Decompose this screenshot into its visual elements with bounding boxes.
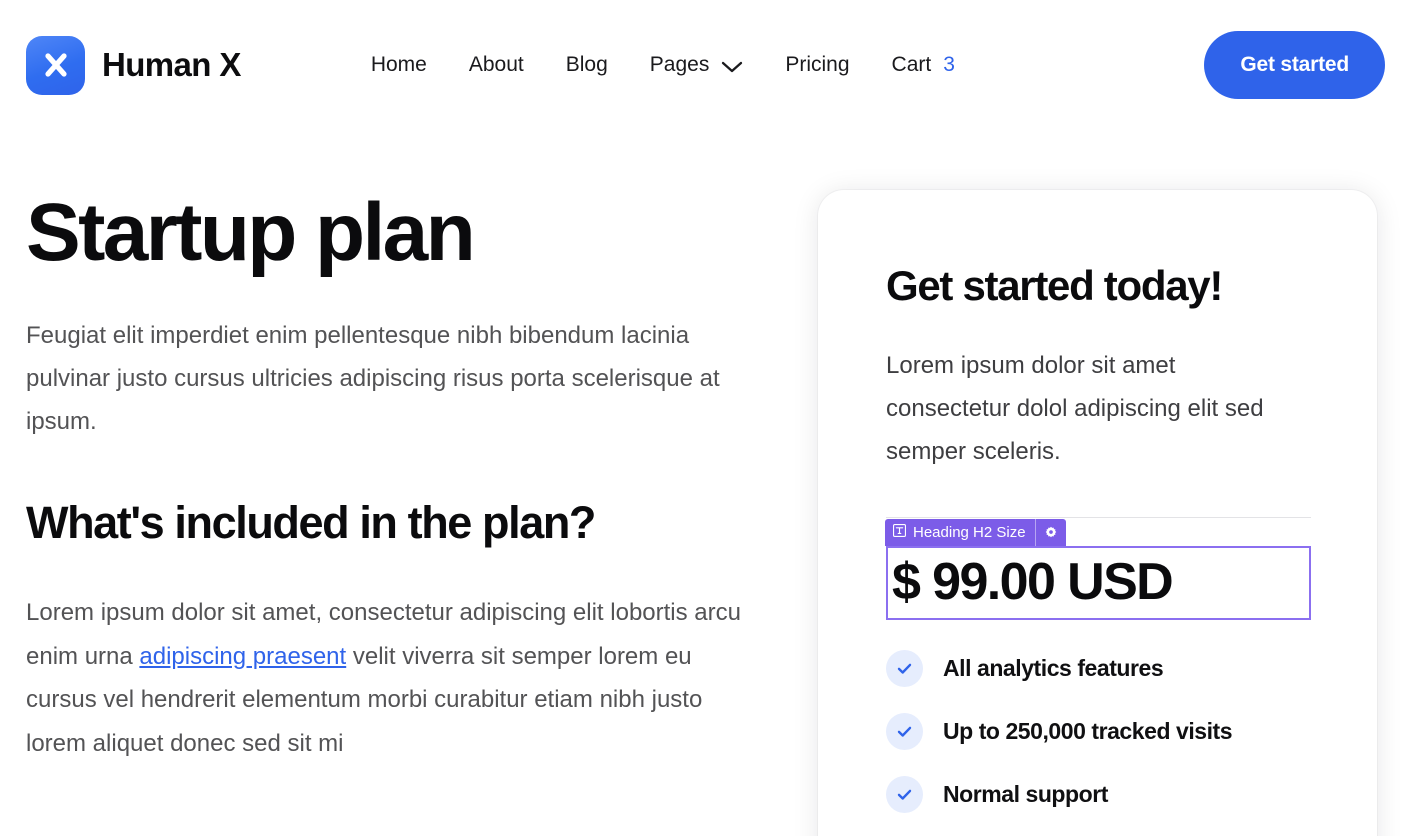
nav-item-about[interactable]: About <box>469 47 524 83</box>
get-started-button[interactable]: Get started <box>1204 31 1385 99</box>
nav-item-pricing-label: Pricing <box>785 53 850 76</box>
nav-item-home[interactable]: Home <box>371 47 427 83</box>
nav-item-pages-label: Pages <box>649 53 710 76</box>
site-header: Human X Home About Blog Pages Pricing Ca… <box>0 0 1403 130</box>
feature-label: Up to 250,000 tracked visits <box>943 718 1233 745</box>
price-selection-wrapper: Heading H2 Size $ 99.00 USD <box>885 519 1311 621</box>
brand-logo-link[interactable]: Human X <box>26 35 241 95</box>
nav-item-cart-label: Cart <box>891 53 932 76</box>
page-content: Startup plan Feugiat elit imperdiet enim… <box>0 130 1403 836</box>
adipiscing-praesent-link[interactable]: adipiscing praesent <box>139 643 346 670</box>
feature-list-item: Up to 250,000 tracked visits <box>886 713 1311 751</box>
main-nav: Home About Blog Pages Pricing Cart 3 <box>371 47 955 83</box>
element-selection-badge[interactable]: Heading H2 Size <box>885 519 1066 546</box>
plan-lead-paragraph: Feugiat elit imperdiet enim pellentesque… <box>26 322 720 435</box>
pricing-card: Get started today! Lorem ipsum dolor sit… <box>818 190 1377 836</box>
check-icon <box>886 650 923 688</box>
feature-list-item: Normal support <box>886 776 1311 814</box>
nav-item-blog[interactable]: Blog <box>566 47 608 83</box>
card-lead-paragraph: Lorem ipsum dolor sit amet consectetur d… <box>886 352 1264 465</box>
cart-count-badge: 3 <box>943 53 955 76</box>
plan-details-column: Startup plan Feugiat elit imperdiet enim… <box>26 130 796 765</box>
plan-included-heading: What's included in the plan? <box>26 497 596 548</box>
price-amount: $ 99.00 USD <box>892 553 1174 611</box>
feature-label: Normal support <box>943 781 1108 808</box>
check-icon <box>886 776 923 814</box>
x-logo-icon <box>26 35 85 95</box>
check-icon <box>886 713 923 751</box>
card-title: Get started today! <box>886 262 1223 309</box>
nav-item-pricing[interactable]: Pricing <box>785 47 849 83</box>
gear-icon[interactable] <box>1036 519 1066 546</box>
selection-badge-label: Heading H2 Size <box>913 524 1026 541</box>
feature-list: All analytics features Up to 250,000 tra… <box>886 650 1311 836</box>
nav-item-about-label: About <box>468 53 524 76</box>
feature-list-item: All analytics features <box>886 650 1311 688</box>
price-selected-box[interactable]: $ 99.00 USD <box>886 546 1311 621</box>
card-divider <box>886 517 1311 518</box>
text-element-icon <box>893 524 907 541</box>
nav-item-blog-label: Blog <box>565 53 608 76</box>
nav-item-pages[interactable]: Pages <box>650 47 744 83</box>
plan-body-paragraph: Lorem ipsum dolor sit amet, consectetur … <box>26 591 756 765</box>
chevron-down-icon <box>721 60 743 74</box>
selection-badge-main[interactable]: Heading H2 Size <box>885 519 1035 546</box>
nav-item-home-label: Home <box>370 53 427 76</box>
page-title: Startup plan <box>26 187 476 278</box>
pricing-card-column: Get started today! Lorem ipsum dolor sit… <box>796 130 1377 836</box>
brand-name: Human X <box>102 46 241 83</box>
nav-item-cart[interactable]: Cart 3 <box>892 47 955 83</box>
feature-label: All analytics features <box>943 655 1164 682</box>
